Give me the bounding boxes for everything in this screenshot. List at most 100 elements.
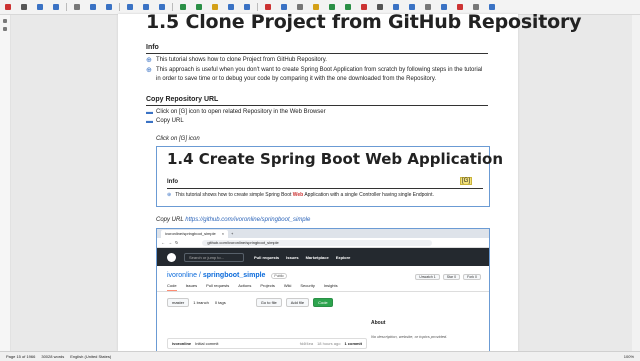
dash-icon: ▬ xyxy=(146,109,153,116)
list-item: ▬ Copy URL xyxy=(146,117,486,126)
about-heading: About xyxy=(371,320,386,326)
comment-icon[interactable] xyxy=(297,4,303,10)
tab-code[interactable]: Code xyxy=(167,283,177,291)
repo-owner-link[interactable]: ivoronline xyxy=(167,272,197,279)
special-icon[interactable] xyxy=(361,4,367,10)
format-icon[interactable] xyxy=(90,4,96,10)
chart-icon[interactable] xyxy=(345,4,351,10)
github-header: Search or jump to... Pull requests Issue… xyxy=(157,248,489,266)
nav-link[interactable]: Issues xyxy=(286,255,298,260)
list-item-text: Click on [G] icon to open related Reposi… xyxy=(156,109,326,115)
tab-pull-requests[interactable]: Pull requests xyxy=(206,283,229,291)
misc-icon[interactable] xyxy=(441,4,447,10)
fork-button[interactable]: Fork 0 xyxy=(463,274,481,280)
github-logo-icon[interactable] xyxy=(167,252,176,262)
tags-link[interactable]: 0 tags xyxy=(215,300,226,305)
style-icon[interactable] xyxy=(244,4,250,10)
commit-count[interactable]: 1 commit xyxy=(344,341,362,346)
embedded-info-label: Info xyxy=(167,179,178,185)
align-icon[interactable] xyxy=(127,4,133,10)
tab-actions[interactable]: Actions xyxy=(238,283,251,291)
more-icon[interactable] xyxy=(377,4,383,10)
undo-icon[interactable] xyxy=(37,4,43,10)
browser-tabbar: ivoronline/springboot_simple × + xyxy=(157,229,489,238)
format-icon[interactable] xyxy=(106,4,112,10)
status-language[interactable]: English (United States) xyxy=(70,354,111,359)
bullet-icon: ⊕ xyxy=(167,192,172,198)
text-segment: Application with a single Controller hav… xyxy=(303,192,434,198)
print-icon[interactable] xyxy=(74,4,80,10)
commit-user[interactable]: ivoronline xyxy=(172,341,191,346)
tab-security[interactable]: Security xyxy=(300,283,314,291)
ruler-marker-icon[interactable] xyxy=(3,27,7,31)
close-icon[interactable]: × xyxy=(222,231,224,236)
style-icon[interactable] xyxy=(228,4,234,10)
divider xyxy=(146,105,488,106)
unwatch-button[interactable]: Unwatch 1 xyxy=(415,274,440,280)
tab-issues[interactable]: Issues xyxy=(186,283,198,291)
nav-link[interactable]: Pull requests xyxy=(254,255,279,260)
misc-icon[interactable] xyxy=(425,4,431,10)
text-segment: Web xyxy=(292,192,304,198)
back-icon[interactable]: ← xyxy=(161,240,165,245)
repo-url-link[interactable]: https://github.com/ivoronline/springboot… xyxy=(185,217,310,223)
divider xyxy=(167,188,483,189)
text-segment: This tutorial shows how to create simple… xyxy=(175,192,293,198)
chart-icon[interactable] xyxy=(329,4,335,10)
color-icon[interactable] xyxy=(265,4,271,10)
align-icon[interactable] xyxy=(143,4,149,10)
commit-time: 18 hours ago xyxy=(317,341,341,346)
branch-select[interactable]: master xyxy=(167,298,190,307)
embedded-heading: 1.4 Create Spring Boot Web Application xyxy=(167,150,504,168)
separator xyxy=(66,3,67,11)
bullet-icon: ⊕ xyxy=(146,57,152,64)
address-input[interactable]: github.com/ivoronline/springboot_simple xyxy=(202,239,433,246)
status-zoom[interactable]: 100% xyxy=(624,354,634,359)
tab-insights[interactable]: Insights xyxy=(324,283,338,291)
align-icon[interactable] xyxy=(159,4,165,10)
separator xyxy=(172,3,173,11)
view-icon[interactable] xyxy=(393,4,399,10)
image-icon[interactable] xyxy=(313,4,319,10)
vertical-scrollbar[interactable] xyxy=(632,15,640,351)
save-icon[interactable] xyxy=(21,4,27,10)
table-icon[interactable] xyxy=(180,4,186,10)
dash-icon: ▬ xyxy=(146,118,153,125)
search-input[interactable]: Search or jump to... xyxy=(184,252,244,262)
star-button[interactable]: Star 0 xyxy=(442,274,461,280)
document-page[interactable]: 1.5 Clone Project from GitHub Repository… xyxy=(118,11,582,353)
github-link-icon[interactable]: [G] xyxy=(460,177,473,185)
add-file-button[interactable]: Add file xyxy=(285,298,310,307)
status-page[interactable]: Page 15 of 1966 xyxy=(6,354,35,359)
highlight-icon[interactable] xyxy=(212,4,218,10)
tab-wiki[interactable]: Wiki xyxy=(284,283,292,291)
reload-icon[interactable]: ↻ xyxy=(175,240,178,245)
view-icon[interactable] xyxy=(409,4,415,10)
nav-link[interactable]: Marketplace xyxy=(306,255,329,260)
branches-link[interactable]: 1 branch xyxy=(193,300,209,305)
misc-icon[interactable] xyxy=(473,4,479,10)
separator xyxy=(257,3,258,11)
list-item: ▬ Click on [G] icon to open related Repo… xyxy=(146,108,486,117)
ruler-marker-icon[interactable] xyxy=(3,19,7,23)
redo-icon[interactable] xyxy=(53,4,59,10)
commit-hash[interactable]: fd4f4ea xyxy=(300,341,313,346)
code-button[interactable]: Code xyxy=(313,298,333,307)
new-tab-icon[interactable]: + xyxy=(231,231,233,236)
repo-name-link[interactable]: springboot_simple xyxy=(203,272,266,279)
go-to-file-button[interactable]: Go to file xyxy=(255,298,282,307)
misc-icon[interactable] xyxy=(457,4,463,10)
app-icon[interactable] xyxy=(5,4,11,10)
forward-icon[interactable]: → xyxy=(168,240,172,245)
misc-icon[interactable] xyxy=(489,4,495,10)
status-words[interactable]: 30028 words xyxy=(41,354,64,359)
about-description: No description, website, or topics provi… xyxy=(371,334,448,339)
table-icon[interactable] xyxy=(196,4,202,10)
tab-projects[interactable]: Projects xyxy=(260,283,274,291)
nav-link[interactable]: Explore xyxy=(336,255,351,260)
browser-tab-title: ivoronline/springboot_simple xyxy=(165,231,216,236)
link-icon[interactable] xyxy=(281,4,287,10)
commit-message[interactable]: Initial commit xyxy=(195,341,300,346)
browser-tab[interactable]: ivoronline/springboot_simple × xyxy=(161,229,229,238)
list-item-text: Copy URL xyxy=(156,118,184,124)
